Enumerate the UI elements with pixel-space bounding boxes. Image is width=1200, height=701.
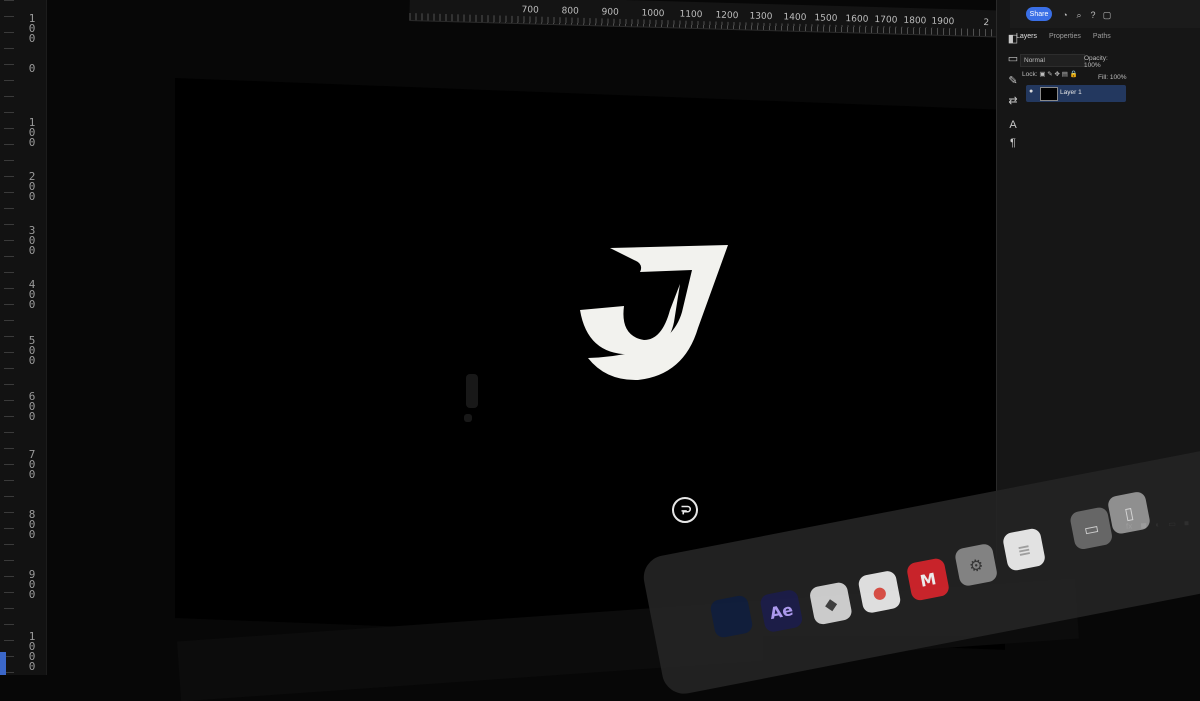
- tab-properties[interactable]: Properties: [1049, 33, 1081, 40]
- blend-mode-select[interactable]: Normal: [1020, 54, 1085, 67]
- type-icon[interactable]: A: [1004, 118, 1022, 132]
- help-icon[interactable]: ?: [1088, 10, 1098, 20]
- ruler-label: 700: [28, 448, 36, 481]
- notes-app-icon[interactable]: ≡: [1001, 527, 1047, 572]
- ruler-label: 1000: [28, 630, 36, 673]
- settings-app-icon[interactable]: ⚙: [953, 542, 999, 588]
- tab-paths[interactable]: Paths: [1093, 33, 1111, 40]
- tool-app-icon[interactable]: ◆: [808, 581, 854, 626]
- ruler-label: 1800: [903, 15, 927, 27]
- ruler-label: 900: [28, 568, 36, 601]
- edge-indicator: [0, 652, 6, 675]
- after-effects-app-icon[interactable]: Ae: [759, 588, 804, 634]
- ruler-label: 1300: [749, 11, 773, 23]
- lock-row: Lock: ▣ ✎ ✥ ▤ 🔒 Fill: 100%: [1022, 70, 1128, 82]
- blend-row: Normal Opacity: 100%: [1020, 54, 1126, 69]
- ruler-ticks: [4, 0, 14, 675]
- paragraph-icon[interactable]: ¶: [1004, 136, 1022, 150]
- panel-tabs: Layers Properties Paths: [1016, 33, 1121, 47]
- ruler-label: 1000: [641, 8, 665, 20]
- ruler-label: 1600: [845, 14, 869, 25]
- window-icon[interactable]: ▢: [1102, 10, 1112, 20]
- ruler-label: 1700: [874, 14, 898, 26]
- mega-app-icon[interactable]: M: [905, 557, 951, 602]
- photoshop-app-icon[interactable]: [709, 594, 754, 639]
- ghost-reflection-icon: [464, 374, 478, 422]
- opacity-field[interactable]: Opacity: 100%: [1084, 55, 1126, 69]
- ruler-label: 0: [28, 62, 36, 75]
- ruler-label: 500: [28, 334, 36, 367]
- brush-icon[interactable]: ✎: [1004, 74, 1022, 88]
- j-logo-icon: [580, 245, 728, 381]
- ruler-label: 1100: [679, 9, 703, 21]
- horizontal-ruler: 700 800 900 1000 1100 1200 1300 1400 150…: [409, 0, 1030, 39]
- ruler-label: 400: [28, 278, 36, 311]
- ruler-label: 800: [561, 6, 579, 17]
- lock-label: Lock:: [1022, 71, 1038, 78]
- ruler-label: 700: [521, 5, 539, 16]
- ruler-label: 200: [28, 170, 36, 203]
- layer-row[interactable]: ● Layer 1: [1026, 85, 1126, 102]
- ruler-label: 100: [28, 12, 36, 45]
- tab-layers[interactable]: Layers: [1016, 33, 1037, 40]
- layer-name: Layer 1: [1060, 89, 1082, 96]
- adjust-icon[interactable]: ⇄: [1004, 94, 1022, 108]
- layer-thumbnail: [1040, 87, 1058, 101]
- lock-icons[interactable]: ▣ ✎ ✥ ▤ 🔒: [1039, 71, 1078, 78]
- search-icon[interactable]: ⌕: [1074, 10, 1084, 20]
- ruler-label: 600: [28, 390, 36, 423]
- ruler-label: 1200: [715, 10, 739, 22]
- ruler-label: 1500: [814, 13, 838, 24]
- downloads-folder-icon[interactable]: ▭: [1068, 506, 1114, 551]
- share-button[interactable]: Share: [1026, 7, 1052, 21]
- ruler-label: 300: [28, 224, 36, 257]
- brand-mark-icon: [672, 497, 698, 523]
- trash-icon[interactable]: ▯: [1106, 490, 1152, 536]
- ruler-label: 1900: [931, 16, 955, 28]
- vertical-ruler: 100 0 100 200 300 400 500 600 700 800 90…: [0, 0, 47, 675]
- bell-icon[interactable]: ◔: [1060, 10, 1070, 20]
- ruler-label: 100: [28, 116, 36, 149]
- fill-field[interactable]: Fill: 100%: [1098, 74, 1127, 81]
- ruler-label: 900: [601, 7, 619, 18]
- asana-app-icon[interactable]: ●: [857, 569, 902, 615]
- eye-icon[interactable]: ●: [1029, 88, 1037, 96]
- ruler-label: 800: [28, 508, 36, 541]
- ruler-label: 2: [983, 18, 990, 29]
- ruler-label: 1400: [783, 12, 807, 24]
